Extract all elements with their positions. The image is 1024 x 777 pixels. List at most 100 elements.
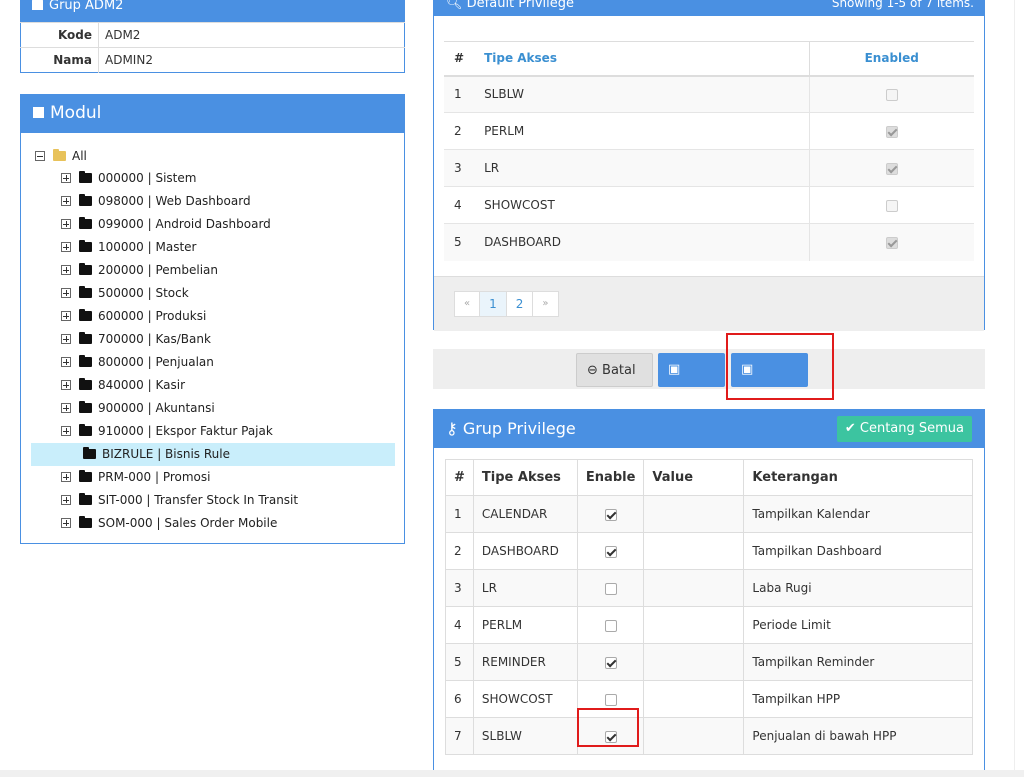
expand-icon[interactable]: [61, 518, 71, 528]
row-value[interactable]: [643, 680, 745, 718]
expand-icon[interactable]: [61, 495, 71, 505]
expand-icon[interactable]: [61, 242, 71, 252]
row-value[interactable]: [643, 606, 745, 644]
expand-icon[interactable]: [61, 334, 71, 344]
collapse-icon[interactable]: [35, 151, 45, 161]
tree-item[interactable]: 600000 | Produksi: [61, 305, 206, 328]
row-value[interactable]: [643, 717, 745, 755]
row-enabled-cell: [808, 186, 974, 224]
row-value[interactable]: [643, 495, 745, 533]
pager-prev[interactable]: «: [454, 291, 481, 317]
tree-item[interactable]: PRM-000 | Promosi: [61, 466, 211, 489]
folder-icon: [79, 470, 92, 482]
row-value[interactable]: [643, 532, 745, 570]
expand-icon[interactable]: [61, 472, 71, 482]
kode-value: ADM2: [98, 22, 405, 48]
tree-root-label: All: [72, 149, 87, 163]
enable-checkbox[interactable]: [604, 545, 617, 558]
table-row: 1 SLBLW: [444, 75, 974, 113]
enable-checkbox[interactable]: [604, 693, 617, 706]
row-num: 3: [444, 149, 475, 187]
row-num: 3: [445, 569, 474, 607]
row-num: 7: [445, 717, 474, 755]
tree-root[interactable]: All: [35, 145, 87, 168]
tree-item[interactable]: 910000 | Ekspor Faktur Pajak: [61, 420, 273, 443]
row-num: 1: [445, 495, 474, 533]
row-enable-cell: [576, 532, 645, 570]
row-tipe-akses: PERLM: [474, 112, 809, 150]
pager-page-1[interactable]: 1: [479, 291, 507, 317]
tree-item[interactable]: 500000 | Stock: [61, 282, 189, 305]
table-row: 3 LR Laba Rugi: [445, 569, 973, 607]
expand-icon[interactable]: [61, 173, 71, 183]
default-privilege-header: 🔍︎ Default Privilege Showing 1-5 of 7 it…: [434, 0, 984, 16]
row-enabled-cell: [808, 75, 974, 113]
tree-item[interactable]: 098000 | Web Dashboard: [61, 190, 251, 213]
row-num: 6: [445, 680, 474, 718]
expand-icon[interactable]: [61, 357, 71, 367]
tree-item[interactable]: 840000 | Kasir: [61, 374, 185, 397]
default-privilege-title: Default Privilege: [466, 0, 575, 11]
row-keterangan: Laba Rugi: [743, 569, 973, 607]
folder-icon: [83, 447, 96, 459]
enable-checkbox[interactable]: [604, 619, 617, 632]
slblw-highlight-box: [577, 708, 639, 747]
expand-icon[interactable]: [61, 219, 71, 229]
table-row: 3 LR: [444, 149, 974, 187]
row-value[interactable]: [643, 643, 745, 681]
tree-item[interactable]: 700000 | Kas/Bank: [61, 328, 211, 351]
tree-item[interactable]: SOM-000 | Sales Order Mobile: [61, 512, 277, 535]
tree-item-label: BIZRULE | Bisnis Rule: [102, 447, 230, 461]
row-num: 5: [444, 223, 475, 261]
row-tipe-akses: PERLM: [472, 606, 578, 644]
row-keterangan: Tampilkan Reminder: [743, 643, 973, 681]
row-enable-cell: [576, 643, 645, 681]
tree-item-label: 000000 | Sistem: [98, 171, 197, 185]
column-header-enable: Enable: [576, 459, 645, 496]
enable-checkbox[interactable]: [604, 582, 617, 595]
table-row: 7 SLBLW Penjualan di bawah HPP: [445, 717, 973, 755]
row-enabled-cell: [808, 223, 974, 261]
table-row: 4 PERLM Periode Limit: [445, 606, 973, 644]
key-icon: 🔍︎: [446, 0, 463, 11]
expand-icon[interactable]: [61, 311, 71, 321]
pager-page-2[interactable]: 2: [505, 291, 534, 317]
tree-item[interactable]: 099000 | Android Dashboard: [61, 213, 271, 236]
tree-item[interactable]: 100000 | Master: [61, 236, 196, 259]
row-tipe-akses: SHOWCOST: [474, 186, 809, 224]
batal-button[interactable]: ⊖ Batal: [576, 353, 653, 387]
expand-icon[interactable]: [61, 380, 71, 390]
tree-item[interactable]: 200000 | Pembelian: [61, 259, 218, 282]
expand-icon[interactable]: [61, 426, 71, 436]
tree-item[interactable]: 000000 | Sistem: [61, 167, 196, 190]
tree-item-label: 840000 | Kasir: [98, 378, 186, 392]
row-num: 4: [444, 186, 475, 224]
expand-icon[interactable]: [61, 265, 71, 275]
table-row: 5 DASHBOARD: [444, 223, 974, 261]
enable-checkbox[interactable]: [604, 508, 617, 521]
key-icon: ⚷: [446, 419, 458, 438]
centang-semua-button[interactable]: ✔ Centang Semua: [836, 416, 972, 442]
tree-item[interactable]: BIZRULE | Bisnis Rule: [31, 443, 395, 466]
row-num: 2: [444, 112, 475, 150]
copy-button[interactable]: ▣ Copy: [658, 353, 725, 411]
column-header-enabled[interactable]: Enabled: [808, 41, 974, 77]
action-bar: ⊖ Batal ▣ Copy ▣ Simpan: [433, 349, 985, 411]
table-row: 2 PERLM: [444, 112, 974, 150]
tree-item[interactable]: SIT-000 | Transfer Stock In Transit: [61, 489, 298, 512]
back-icon: ⊖: [587, 363, 598, 378]
column-header-tipe-akses[interactable]: Tipe Akses: [474, 41, 809, 77]
bottom-shade: [0, 770, 1024, 777]
save-icon: ▣: [668, 362, 681, 377]
enable-checkbox[interactable]: [604, 656, 617, 669]
expand-icon[interactable]: [61, 196, 71, 206]
pager-next[interactable]: »: [532, 291, 559, 317]
grup-panel-header: Grup ADM2: [20, 0, 405, 22]
expand-icon[interactable]: [61, 403, 71, 413]
row-value[interactable]: [643, 569, 745, 607]
tree-item[interactable]: 900000 | Akuntansi: [61, 397, 215, 420]
expand-icon[interactable]: [61, 288, 71, 298]
row-tipe-akses: DASHBOARD: [472, 532, 578, 570]
page-scrollbar[interactable]: [1014, 0, 1024, 777]
tree-item[interactable]: 800000 | Penjualan: [61, 351, 214, 374]
